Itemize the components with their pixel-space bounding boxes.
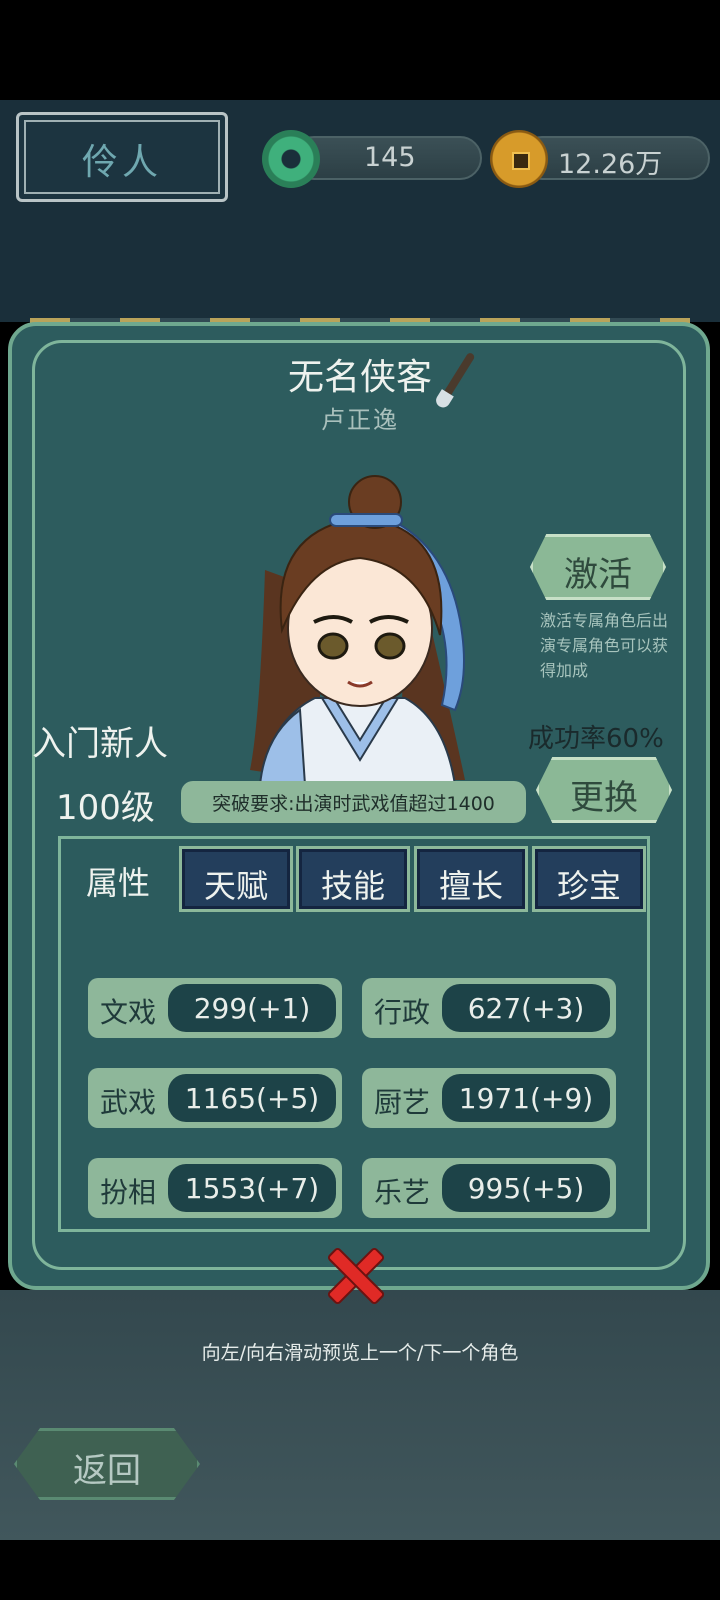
tab-label: 擅长 (438, 867, 503, 905)
tab-treasures[interactable]: 珍宝 (532, 846, 646, 912)
back-button[interactable]: 返回 (14, 1428, 200, 1500)
stat-row: 乐艺 995(+5) (362, 1158, 616, 1218)
stat-value: 627(+3) (467, 992, 585, 1025)
stat-label: 行政 (374, 996, 431, 1029)
left-eye (317, 632, 349, 660)
copper-currency-bar[interactable]: 12.26万 (520, 136, 710, 180)
tab-specialties[interactable]: 擅长 (414, 846, 528, 912)
activate-button[interactable]: 激活 (530, 534, 666, 600)
character-rank: 入门新人 (32, 724, 168, 764)
success-rate: 成功率60% (528, 724, 664, 754)
stat-row: 武戏 1165(+5) (88, 1068, 342, 1128)
tab-label: 属性 (85, 864, 150, 902)
close-icon[interactable] (326, 1246, 382, 1302)
stat-value: 1971(+9) (458, 1082, 594, 1115)
stat-row: 厨艺 1971(+9) (362, 1068, 616, 1128)
character-portrait (250, 475, 465, 785)
jade-currency-value: 145 (364, 142, 416, 173)
stat-value-pill: 1165(+5) (168, 1074, 336, 1122)
stat-value-pill: 1553(+7) (168, 1164, 336, 1212)
tab-label: 技能 (320, 867, 385, 905)
character-name: 无名侠客 (287, 357, 432, 398)
jade-currency-bar[interactable]: 145 (292, 136, 482, 180)
tab-skills[interactable]: 技能 (296, 846, 410, 912)
stat-label: 厨艺 (374, 1086, 431, 1119)
background-lower-area (0, 1290, 720, 1540)
tab-label: 珍宝 (556, 867, 621, 905)
activate-button-label: 激活 (564, 555, 632, 595)
status-bar (0, 0, 720, 100)
stat-row: 扮相 1553(+7) (88, 1158, 342, 1218)
stat-value-pill: 995(+5) (442, 1164, 610, 1212)
character-level: 100级 (56, 788, 155, 828)
stat-label: 乐艺 (374, 1176, 431, 1209)
change-button-label: 更换 (570, 778, 638, 818)
copper-coin-icon (490, 130, 548, 188)
right-eye (374, 632, 406, 660)
stat-value-pill: 299(+1) (168, 984, 336, 1032)
jade-coin-icon (262, 130, 320, 188)
stat-row: 文戏 299(+1) (88, 978, 342, 1038)
breakthrough-requirement-badge: 突破要求:出演时武戏值超过1400 (181, 781, 526, 823)
hair-band (329, 513, 403, 527)
change-button[interactable]: 更换 (536, 757, 672, 823)
stat-row: 行政 627(+3) (362, 978, 616, 1038)
stat-label: 扮相 (100, 1176, 157, 1209)
stat-value: 299(+1) (193, 992, 311, 1025)
stat-value: 1165(+5) (184, 1082, 320, 1115)
system-nav-bar (0, 1540, 720, 1600)
tab-talents[interactable]: 天赋 (179, 846, 293, 912)
activate-note: 激活专属角色后出演专属角色可以获得加成 (540, 611, 669, 680)
stat-label: 武戏 (100, 1086, 157, 1119)
stat-value: 995(+5) (467, 1172, 585, 1205)
swipe-hint: 向左/向右滑动预览上一个/下一个角色 (201, 1342, 519, 1364)
tab-label: 天赋 (203, 867, 268, 905)
page-title: 伶人 (81, 142, 162, 183)
back-button-label: 返回 (73, 1451, 141, 1491)
tab-attributes[interactable]: 属性 (61, 846, 175, 924)
character-title: 卢正逸 (321, 406, 399, 434)
stat-label: 文戏 (100, 996, 157, 1029)
copper-currency-value: 12.26万 (558, 149, 663, 180)
page-title-plate: 伶人 (16, 112, 228, 202)
breakthrough-requirement-text: 突破要求:出演时武戏值超过1400 (212, 793, 495, 815)
stat-value-pill: 627(+3) (442, 984, 610, 1032)
stat-value: 1553(+7) (184, 1172, 320, 1205)
stat-value-pill: 1971(+9) (442, 1074, 610, 1122)
mouth (347, 680, 373, 688)
